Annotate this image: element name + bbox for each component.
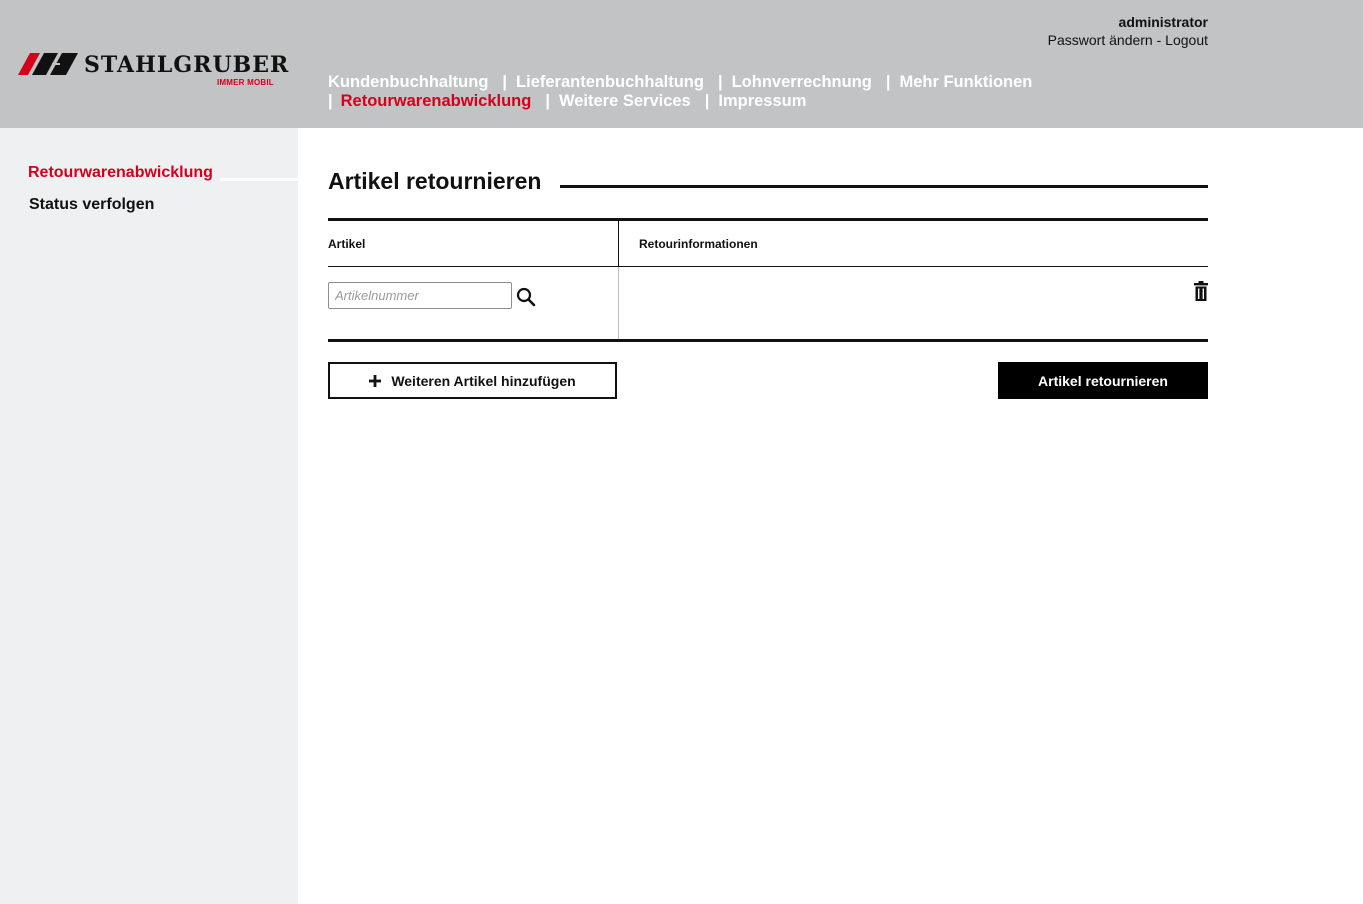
user-block: administrator Passwort ändern - Logout — [1048, 13, 1208, 49]
nav-item-mehr-funktionen[interactable]: Mehr Funktionen — [899, 73, 1032, 92]
logout-link[interactable]: Logout — [1165, 32, 1208, 48]
add-article-button[interactable]: Weiteren Artikel hinzufügen — [328, 362, 617, 399]
nav-item-impressum[interactable]: Impressum — [718, 92, 806, 111]
column-divider-header — [618, 221, 619, 266]
user-links: Passwort ändern - Logout — [1048, 31, 1208, 49]
nav-separator: | — [328, 92, 333, 110]
sidebar: Retourwarenabwicklung Status verfolgen — [0, 128, 298, 904]
logo-tagline: IMMER MOBIL — [217, 78, 274, 87]
nav-separator: | — [704, 92, 710, 110]
trash-icon[interactable] — [1194, 281, 1208, 301]
nav-row-2: | Retourwarenabwicklung | Weitere Servic… — [328, 92, 1048, 111]
nav-separator: | — [502, 73, 508, 91]
user-links-separator: - — [1156, 32, 1162, 48]
nav-item-retourwarenabwicklung[interactable]: Retourwarenabwicklung — [341, 92, 532, 111]
table-bottom-rule — [328, 339, 1208, 342]
nav-separator: | — [717, 73, 723, 91]
nav-item-lohnverrechnung[interactable]: Lohnverrechnung — [732, 73, 872, 92]
title-rule — [560, 185, 1208, 188]
search-icon[interactable] — [516, 287, 536, 307]
change-password-link[interactable]: Passwort ändern — [1048, 32, 1153, 48]
article-number-input[interactable] — [328, 282, 512, 309]
nav-item-kundenbuchhaltung[interactable]: Kundenbuchhaltung — [328, 73, 488, 92]
title-row: Artikel retournieren — [328, 168, 1208, 198]
sidebar-item-status-verfolgen[interactable]: Status verfolgen — [29, 196, 154, 214]
table-header-rule — [328, 266, 1208, 267]
logo-wordmark: STAHLGRUBER — [84, 52, 290, 78]
logo-stripes-icon — [18, 53, 78, 75]
sidebar-active-indicator — [220, 178, 298, 181]
header: STAHLGRUBER IMMER MOBIL administrator Pa… — [0, 0, 1363, 128]
add-article-label: Weiteren Artikel hinzufügen — [391, 372, 576, 389]
user-name: administrator — [1118, 14, 1208, 30]
nav-separator: | — [885, 73, 891, 91]
return-articles-label: Artikel retournieren — [1038, 372, 1168, 389]
return-articles-button[interactable]: Artikel retournieren — [998, 362, 1208, 399]
page-title: Artikel retournieren — [328, 168, 542, 194]
stahlgruber-logo[interactable]: STAHLGRUBER IMMER MOBIL — [18, 52, 288, 92]
table-top-rule — [328, 218, 1208, 221]
nav-item-lieferantenbuchhaltung[interactable]: Lieferantenbuchhaltung — [516, 73, 704, 92]
column-header-retourinformationen: Retourinformationen — [639, 237, 758, 251]
sidebar-item-retourwarenabwicklung[interactable]: Retourwarenabwicklung — [28, 164, 213, 182]
nav-item-weitere-services[interactable]: Weitere Services — [559, 92, 691, 111]
top-navigation: Kundenbuchhaltung | Lieferantenbuchhaltu… — [328, 73, 1048, 111]
nav-separator: | — [545, 92, 550, 110]
plus-icon — [369, 374, 382, 387]
nav-row-1: Kundenbuchhaltung | Lieferantenbuchhaltu… — [328, 73, 1048, 92]
column-header-artikel: Artikel — [328, 237, 366, 251]
